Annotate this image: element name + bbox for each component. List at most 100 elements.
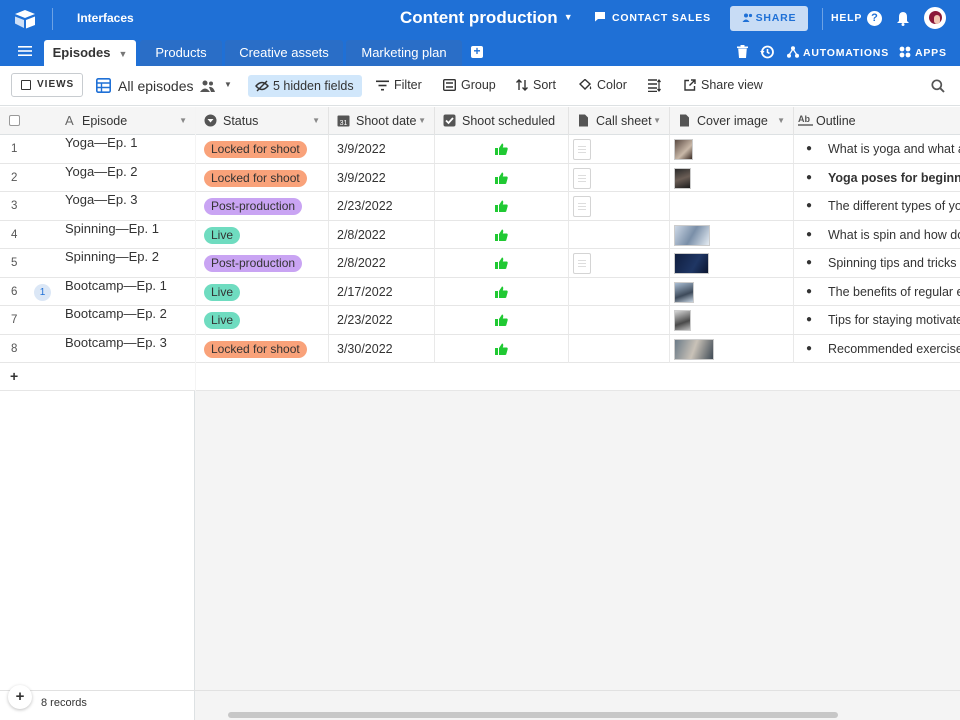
status-cell[interactable]: Post-production: [196, 192, 329, 220]
outline-cell[interactable]: ● The different types of yoga: [794, 192, 960, 220]
thumbs-up-icon[interactable]: [495, 257, 508, 269]
outline-cell[interactable]: ● The benefits of regular exe: [794, 278, 960, 306]
column-header-status[interactable]: Status ▼: [196, 107, 329, 135]
group-button[interactable]: Group: [442, 78, 496, 92]
shoot-scheduled-cell[interactable]: [435, 306, 569, 334]
shoot-scheduled-cell[interactable]: [435, 249, 569, 277]
avatar[interactable]: [924, 7, 946, 29]
tab-creative-assets[interactable]: Creative assets: [225, 40, 343, 66]
document-icon[interactable]: [573, 139, 591, 160]
document-icon[interactable]: [573, 196, 591, 217]
tab-marketing-plan[interactable]: Marketing plan: [346, 40, 462, 66]
status-cell[interactable]: Post-production: [196, 249, 329, 277]
episode-cell[interactable]: Spinning—Ep. 1: [65, 221, 159, 236]
trash-icon[interactable]: [737, 45, 748, 58]
table-row[interactable]: Live 2/23/2022 ● Tips for staying motivated: [196, 306, 960, 335]
call-sheet-cell[interactable]: [569, 249, 670, 277]
call-sheet-cell[interactable]: [569, 135, 670, 163]
share-button[interactable]: SHARE: [730, 6, 808, 31]
status-cell[interactable]: Live: [196, 220, 329, 249]
call-sheet-cell[interactable]: [569, 220, 670, 249]
contact-sales-button[interactable]: CONTACT SALES: [594, 11, 711, 24]
add-row[interactable]: +: [0, 363, 195, 391]
share-view-button[interactable]: Share view: [684, 78, 763, 92]
chevron-down-icon[interactable]: ▼: [653, 107, 661, 135]
help-icon[interactable]: ?: [867, 11, 882, 26]
cover-thumbnail[interactable]: [674, 253, 709, 274]
views-button[interactable]: VIEWS: [11, 73, 83, 97]
cover-image-cell[interactable]: [670, 249, 794, 277]
status-cell[interactable]: Locked for shoot: [196, 163, 329, 192]
interfaces-link[interactable]: Interfaces: [77, 11, 134, 25]
shoot-date-cell[interactable]: 3/30/2022: [329, 334, 435, 363]
chevron-down-icon[interactable]: ▼: [418, 107, 426, 135]
apps-button[interactable]: APPS: [899, 46, 947, 59]
table-row[interactable]: 4 Spinning—Ep. 1: [0, 220, 195, 249]
shoot-scheduled-cell[interactable]: [435, 192, 569, 220]
cover-thumbnail[interactable]: [674, 338, 714, 360]
table-row[interactable]: 5 Spinning—Ep. 2: [0, 249, 195, 278]
shoot-scheduled-cell[interactable]: [435, 277, 569, 306]
cover-thumbnail[interactable]: [674, 224, 710, 246]
sort-button[interactable]: Sort: [516, 78, 556, 92]
thumbs-up-icon[interactable]: [495, 314, 508, 326]
tab-episodes[interactable]: Episodes ▼: [44, 40, 136, 66]
thumbs-up-icon[interactable]: [495, 229, 508, 241]
chevron-down-icon[interactable]: ▼: [224, 80, 232, 89]
column-header-shoot-date[interactable]: 31 Shoot date ▼: [329, 107, 435, 135]
table-row[interactable]: Post-production 2/23/2022 ● The different t…: [196, 192, 960, 221]
hamburger-menu-icon[interactable]: [18, 45, 32, 57]
table-row[interactable]: 1 Yoga—Ep. 1: [0, 135, 195, 164]
add-record-button[interactable]: +: [8, 685, 32, 709]
outline-cell[interactable]: ● Spinning tips and tricks: [794, 249, 960, 277]
filter-button[interactable]: Filter: [376, 78, 422, 92]
call-sheet-cell[interactable]: [569, 192, 670, 220]
cover-image-cell[interactable]: [670, 135, 794, 163]
base-title[interactable]: Content production ▼: [400, 8, 573, 28]
status-cell[interactable]: Live: [196, 306, 329, 334]
status-cell[interactable]: Locked for shoot: [196, 135, 329, 163]
outline-cell[interactable]: ● Recommended exercises fo: [794, 335, 960, 363]
column-header-episode[interactable]: A Episode ▼: [36, 107, 195, 135]
cover-thumbnail[interactable]: [674, 310, 691, 331]
outline-cell[interactable]: ● What is spin and how does: [794, 221, 960, 249]
column-header-outline[interactable]: Ab Outline: [794, 107, 960, 135]
table-row[interactable]: Locked for shoot 3/9/2022 ● Yoga poses for …: [196, 163, 960, 192]
episode-cell[interactable]: Bootcamp—Ep. 3: [65, 335, 167, 350]
search-icon[interactable]: [931, 79, 945, 93]
table-row[interactable]: 3 Yoga—Ep. 3: [0, 192, 195, 221]
thumbs-up-icon[interactable]: [495, 143, 508, 155]
table-row[interactable]: 2 Yoga—Ep. 2: [0, 163, 195, 192]
status-cell[interactable]: Locked for shoot: [196, 334, 329, 363]
table-row[interactable]: 7 Bootcamp—Ep. 2: [0, 306, 195, 335]
automations-button[interactable]: AUTOMATIONS: [787, 46, 889, 59]
select-all-checkbox[interactable]: [9, 115, 20, 126]
episode-cell[interactable]: Bootcamp—Ep. 2: [65, 306, 167, 321]
comment-count-badge[interactable]: 1: [34, 283, 51, 301]
cover-image-cell[interactable]: [670, 192, 794, 220]
thumbs-up-icon[interactable]: [495, 343, 508, 355]
document-icon[interactable]: [573, 253, 591, 274]
cover-image-cell[interactable]: [670, 220, 794, 249]
call-sheet-cell[interactable]: [569, 334, 670, 363]
document-icon[interactable]: [573, 167, 591, 189]
episode-cell[interactable]: Yoga—Ep. 3: [65, 192, 138, 207]
cover-image-cell[interactable]: [670, 277, 794, 306]
history-icon[interactable]: [760, 45, 774, 59]
column-header-cover-image[interactable]: Cover image ▼: [670, 107, 794, 135]
shoot-scheduled-cell[interactable]: [435, 163, 569, 192]
outline-cell[interactable]: ● Tips for staying motivated: [794, 306, 960, 334]
add-row-extension[interactable]: [196, 363, 960, 391]
table-row[interactable]: Locked for shoot 3/9/2022 ● What is yoga an…: [196, 135, 960, 164]
row-height-icon[interactable]: [648, 79, 661, 92]
bell-icon[interactable]: [896, 11, 910, 26]
episode-cell[interactable]: Yoga—Ep. 1: [65, 135, 138, 150]
call-sheet-cell[interactable]: [569, 306, 670, 334]
horizontal-scrollbar[interactable]: [228, 712, 838, 718]
outline-cell[interactable]: ● What is yoga and what are: [794, 135, 960, 163]
hidden-fields-button[interactable]: 5 hidden fields: [248, 75, 362, 97]
cover-image-cell[interactable]: [670, 163, 794, 192]
scroll-pane[interactable]: Status ▼ 31 Shoot date ▼ Shoot scheduled C…: [196, 107, 960, 690]
table-row[interactable]: Live 2/8/2022 ● What is spin and how does: [196, 220, 960, 249]
table-row[interactable]: 6 1 Bootcamp—Ep. 1: [0, 277, 195, 306]
